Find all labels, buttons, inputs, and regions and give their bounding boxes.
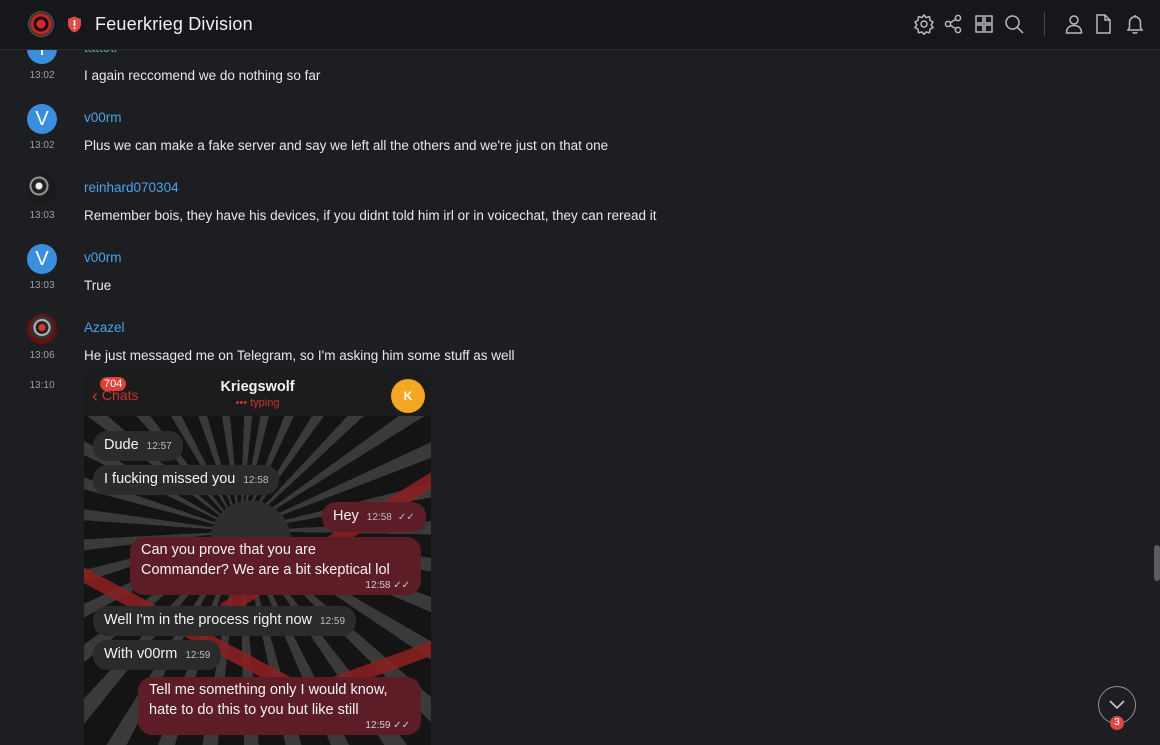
avatar[interactable]: V bbox=[27, 244, 57, 274]
search-icon[interactable] bbox=[1003, 13, 1025, 35]
unread-badge: 3 bbox=[1110, 716, 1124, 730]
message-time: 13:03 bbox=[29, 210, 55, 221]
contact-name: Kriegswolf bbox=[220, 379, 295, 395]
file-icon[interactable] bbox=[1092, 13, 1114, 35]
message-text: Remember bois, they have his devices, if… bbox=[84, 208, 657, 223]
message-text: I again reccomend we do nothing so far bbox=[84, 68, 321, 83]
chevron-down-icon bbox=[1109, 700, 1125, 710]
message-time: 13:06 bbox=[29, 350, 55, 361]
chat-bubble: Well I'm in the process right now 12:59 bbox=[93, 606, 357, 636]
contact-avatar: K bbox=[391, 379, 425, 413]
message-author[interactable]: Azazel bbox=[84, 320, 125, 335]
user-icon[interactable] bbox=[1063, 13, 1085, 35]
scrollbar-thumb[interactable] bbox=[1154, 545, 1160, 581]
page-title: Feuerkrieg Division bbox=[95, 14, 253, 34]
chat-bubble: With v00rm 12:59 bbox=[93, 640, 222, 670]
message-time: 13:03 bbox=[29, 280, 55, 291]
shield-alert-icon bbox=[68, 16, 81, 33]
toolbar-divider bbox=[1044, 12, 1045, 36]
message-text: Plus we can make a fake server and say w… bbox=[84, 138, 609, 153]
chat-bubble: Tell me something only I would know, hat… bbox=[138, 677, 421, 735]
chat-bubble: Hey 12:58 ✓✓ bbox=[322, 502, 426, 532]
avatar[interactable] bbox=[27, 314, 57, 344]
message-time: 13:02 bbox=[29, 140, 55, 151]
message-text: He just messaged me on Telegram, so I'm … bbox=[84, 348, 515, 363]
gear-icon[interactable] bbox=[913, 13, 935, 36]
message-author[interactable]: v00rm bbox=[84, 110, 122, 125]
avatar[interactable]: V bbox=[27, 104, 57, 134]
chat-bubble: I fucking missed you 12:58 bbox=[93, 465, 280, 495]
avatar[interactable] bbox=[27, 174, 57, 204]
bell-icon[interactable] bbox=[1124, 13, 1146, 35]
message-text: True bbox=[84, 278, 112, 293]
message-author[interactable]: v00rm bbox=[84, 250, 122, 265]
image-attachment[interactable]: ‹ Chats 704 Kriegswolf ••• typing K Dude… bbox=[84, 374, 431, 745]
message-time: 13:02 bbox=[29, 70, 55, 81]
message-time: 13:10 bbox=[29, 380, 55, 391]
message-feed: T tattoti 13:02 I again reccomend we do … bbox=[0, 0, 1160, 745]
share-icon[interactable] bbox=[942, 13, 964, 35]
grid-icon[interactable] bbox=[973, 13, 995, 35]
chat-bubble: Can you prove that you are Commander? We… bbox=[130, 537, 421, 595]
top-bar: Feuerkrieg Division bbox=[0, 0, 1160, 50]
message-author[interactable]: reinhard070304 bbox=[84, 180, 179, 195]
typing-status: ••• typing bbox=[235, 397, 280, 409]
server-avatar-icon[interactable] bbox=[28, 11, 54, 37]
telegram-header: ‹ Chats 704 Kriegswolf ••• typing K bbox=[84, 374, 431, 416]
chat-bubble: Dude 12:57 bbox=[93, 431, 183, 461]
